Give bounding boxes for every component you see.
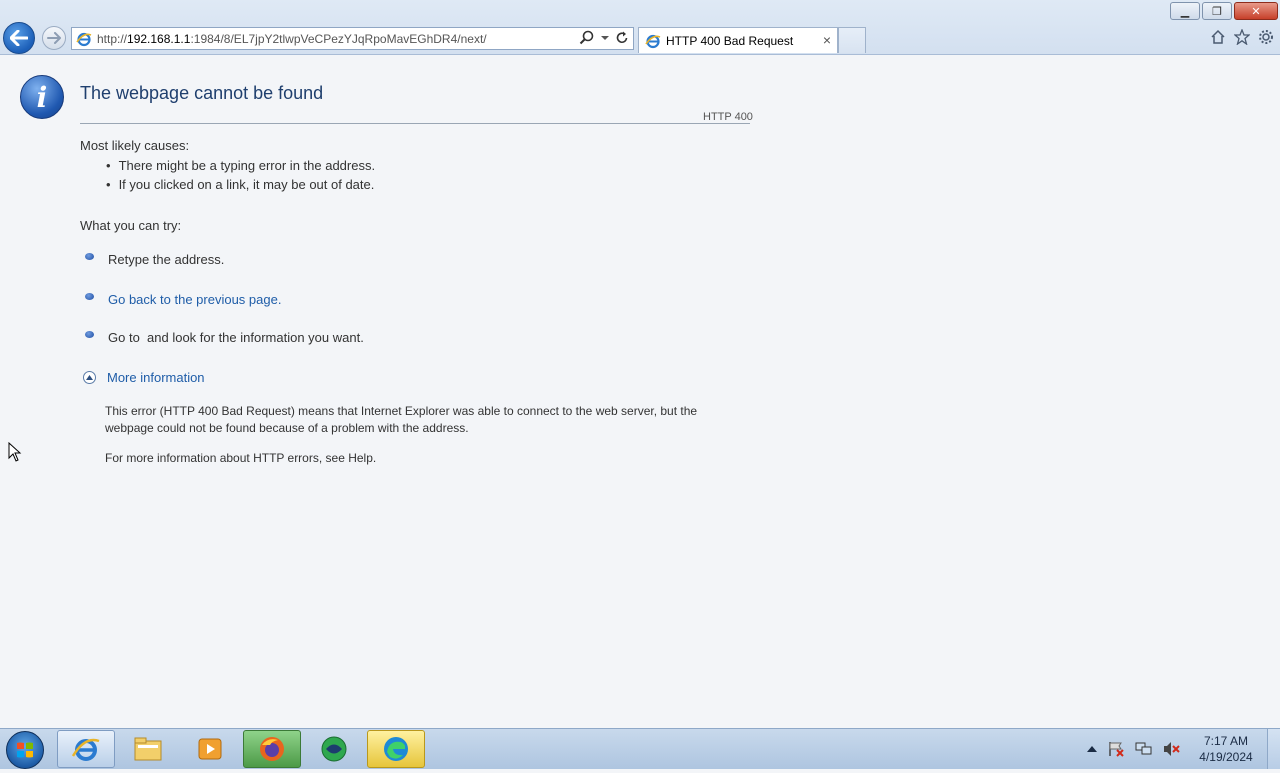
taskbar: 7:17 AM 4/19/2024 bbox=[0, 728, 1280, 769]
tab-title: HTTP 400 Bad Request bbox=[666, 33, 794, 48]
volume-muted-icon[interactable] bbox=[1163, 741, 1181, 757]
forward-arrow-icon bbox=[47, 32, 61, 44]
browser-chrome: http://192.168.1.1:1984/8/EL7jpY2tlwpVeC… bbox=[0, 0, 1280, 55]
cause-item: If you clicked on a link, it may be out … bbox=[106, 177, 375, 196]
cause-item: There might be a typing error in the add… bbox=[106, 158, 376, 177]
help-detail-text: For more information about HTTP errors, … bbox=[105, 451, 377, 465]
info-icon: i bbox=[20, 75, 64, 119]
taskbar-app[interactable] bbox=[305, 730, 363, 768]
tab-http-400[interactable]: HTTP 400 Bad Request × bbox=[638, 27, 838, 53]
refresh-icon[interactable] bbox=[615, 31, 629, 45]
title-divider bbox=[80, 123, 750, 124]
taskbar-clock[interactable]: 7:17 AM 4/19/2024 bbox=[1191, 733, 1261, 765]
restore-button[interactable]: ❐ bbox=[1202, 2, 1232, 20]
bullet-icon bbox=[85, 253, 94, 260]
clock-date: 4/19/2024 bbox=[1199, 750, 1253, 764]
go-back-link[interactable]: Go back to the previous page. bbox=[108, 292, 281, 307]
show-desktop-button[interactable] bbox=[1267, 729, 1280, 769]
url-text[interactable]: http://192.168.1.1:1984/8/EL7jpY2tlwpVeC… bbox=[97, 32, 487, 46]
more-information-toggle[interactable]: More information bbox=[83, 370, 205, 385]
mouse-cursor-icon bbox=[8, 442, 22, 462]
app-icon bbox=[321, 736, 347, 762]
action-center-flag-icon[interactable] bbox=[1107, 741, 1125, 757]
bullet-icon bbox=[85, 331, 94, 338]
taskbar-edge[interactable] bbox=[367, 730, 425, 768]
media-player-icon bbox=[198, 738, 222, 760]
bullet-icon bbox=[85, 293, 94, 300]
system-tray: 7:17 AM 4/19/2024 bbox=[1087, 729, 1280, 769]
window-controls: ▁ ❐ ✕ bbox=[1170, 2, 1278, 20]
try-item-go-back: Go back to the previous page. bbox=[85, 292, 281, 307]
network-icon[interactable] bbox=[1135, 741, 1153, 757]
ie-tab-icon bbox=[645, 34, 661, 48]
command-icons bbox=[1210, 29, 1274, 45]
gear-icon[interactable] bbox=[1258, 29, 1274, 45]
taskbar-firefox[interactable] bbox=[243, 730, 301, 768]
try-item-go-to: Go to and look for the information you w… bbox=[85, 330, 364, 345]
collapse-up-icon bbox=[83, 371, 96, 384]
start-button[interactable] bbox=[6, 731, 44, 769]
address-bar[interactable]: http://192.168.1.1:1984/8/EL7jpY2tlwpVeC… bbox=[71, 27, 634, 50]
try-item-retype: Retype the address. bbox=[85, 252, 224, 267]
new-tab-button[interactable] bbox=[838, 27, 866, 53]
minimize-button[interactable]: ▁ bbox=[1170, 2, 1200, 20]
edge-icon bbox=[384, 737, 408, 761]
internet-explorer-icon bbox=[71, 738, 100, 761]
windows-logo-icon bbox=[17, 742, 33, 758]
favorites-star-icon[interactable] bbox=[1234, 29, 1250, 45]
back-button[interactable] bbox=[3, 22, 35, 54]
page-content: i The webpage cannot be found HTTP 400 M… bbox=[0, 55, 1280, 728]
show-hidden-icons-icon[interactable] bbox=[1087, 745, 1097, 753]
causes-list: There might be a typing error in the add… bbox=[106, 158, 376, 196]
firefox-icon bbox=[260, 737, 284, 761]
tab-close-button[interactable]: × bbox=[823, 32, 831, 48]
taskbar-file-explorer[interactable] bbox=[119, 730, 177, 768]
ie-page-icon bbox=[76, 32, 92, 46]
clock-time: 7:17 AM bbox=[1203, 734, 1249, 748]
page-title: The webpage cannot be found bbox=[80, 83, 324, 103]
try-heading: What you can try: bbox=[80, 218, 182, 233]
back-arrow-icon bbox=[10, 30, 28, 46]
causes-heading: Most likely causes: bbox=[80, 138, 190, 153]
file-explorer-icon bbox=[134, 737, 162, 761]
search-icon[interactable] bbox=[579, 30, 595, 46]
error-detail-text: This error (HTTP 400 Bad Request) means … bbox=[105, 404, 698, 435]
more-information-label: More information bbox=[107, 370, 205, 385]
close-button[interactable]: ✕ bbox=[1234, 2, 1278, 20]
forward-button[interactable] bbox=[42, 26, 66, 50]
taskbar-internet-explorer[interactable] bbox=[57, 730, 115, 768]
taskbar-media-player[interactable] bbox=[181, 730, 239, 768]
http-code-label: HTTP 400 bbox=[703, 111, 753, 123]
home-icon[interactable] bbox=[1210, 29, 1226, 45]
dropdown-arrow-icon[interactable] bbox=[601, 34, 609, 42]
